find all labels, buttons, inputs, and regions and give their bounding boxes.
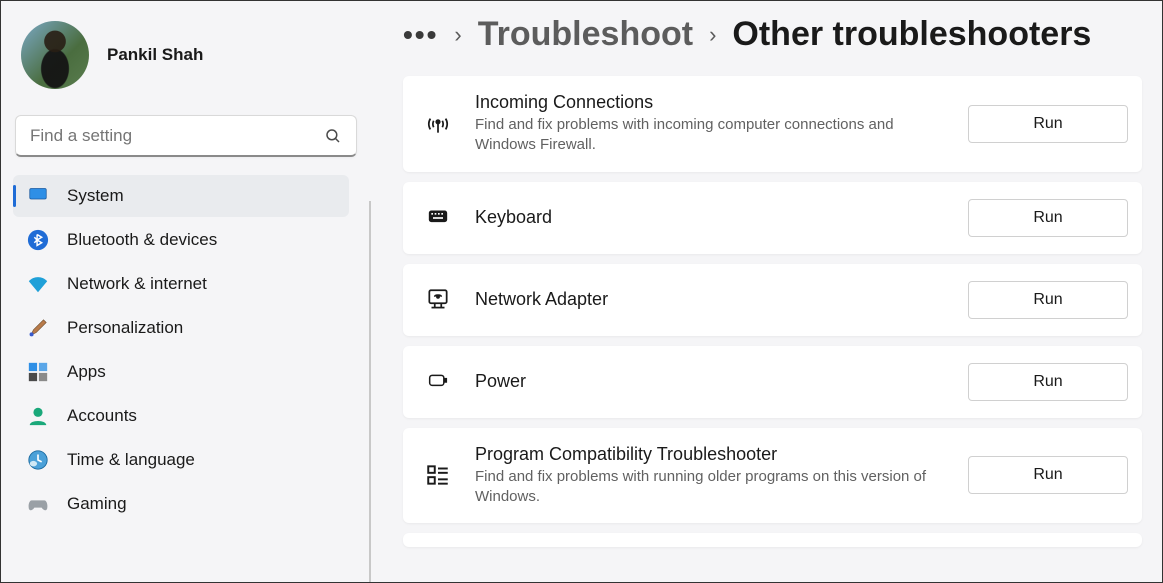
troubleshooter-title: Program Compatibility Troubleshooter bbox=[475, 444, 944, 465]
sidebar-item-label: Bluetooth & devices bbox=[67, 230, 217, 250]
troubleshooter-title: Power bbox=[475, 371, 944, 392]
troubleshooter-title: Keyboard bbox=[475, 207, 944, 228]
troubleshooter-network-adapter: Network Adapter Run bbox=[403, 264, 1142, 336]
breadcrumb-parent[interactable]: Troubleshoot bbox=[478, 15, 693, 54]
bluetooth-icon bbox=[27, 229, 49, 251]
sidebar-item-label: Gaming bbox=[67, 494, 127, 514]
sidebar-item-label: Time & language bbox=[67, 450, 195, 470]
breadcrumb: ••• › Troubleshoot › Other troubleshoote… bbox=[403, 1, 1142, 76]
breadcrumb-overflow[interactable]: ••• bbox=[403, 19, 438, 51]
brush-icon bbox=[27, 317, 49, 339]
settings-app: Pankil Shah System Bluetooth & devices bbox=[1, 1, 1162, 582]
account-icon bbox=[27, 405, 49, 427]
power-icon bbox=[425, 369, 451, 395]
sidebar-item-label: Personalization bbox=[67, 318, 183, 338]
run-button[interactable]: Run bbox=[968, 456, 1128, 494]
sidebar-item-label: Network & internet bbox=[67, 274, 207, 294]
run-button[interactable]: Run bbox=[968, 363, 1128, 401]
troubleshooter-list: Incoming Connections Find and fix proble… bbox=[403, 76, 1142, 547]
sidebar-item-apps[interactable]: Apps bbox=[13, 351, 349, 393]
sidebar-item-label: Apps bbox=[67, 362, 106, 382]
troubleshooter-text: Incoming Connections Find and fix proble… bbox=[475, 92, 944, 156]
search-icon bbox=[324, 127, 342, 145]
list-item bbox=[403, 533, 1142, 547]
sidebar-item-bluetooth[interactable]: Bluetooth & devices bbox=[13, 219, 349, 261]
chevron-right-icon: › bbox=[709, 22, 716, 48]
run-button[interactable]: Run bbox=[968, 105, 1128, 143]
sidebar-nav: System Bluetooth & devices Network & int… bbox=[13, 175, 359, 525]
sidebar: Pankil Shah System Bluetooth & devices bbox=[1, 1, 371, 582]
troubleshooter-title: Incoming Connections bbox=[475, 92, 944, 113]
troubleshooter-text: Program Compatibility Troubleshooter Fin… bbox=[475, 444, 944, 508]
search-box[interactable] bbox=[15, 115, 357, 157]
profile-block[interactable]: Pankil Shah bbox=[13, 21, 359, 109]
system-icon bbox=[27, 185, 49, 207]
antenna-icon bbox=[425, 111, 451, 137]
troubleshooter-keyboard: Keyboard Run bbox=[403, 182, 1142, 254]
sidebar-item-label: Accounts bbox=[67, 406, 137, 426]
troubleshooter-desc: Find and fix problems with running older… bbox=[475, 467, 944, 508]
avatar bbox=[21, 21, 89, 89]
sidebar-item-gaming[interactable]: Gaming bbox=[13, 483, 349, 525]
user-name: Pankil Shah bbox=[107, 45, 203, 65]
network-adapter-icon bbox=[425, 287, 451, 313]
run-button[interactable]: Run bbox=[968, 199, 1128, 237]
compat-icon bbox=[425, 462, 451, 488]
troubleshooter-incoming-connections: Incoming Connections Find and fix proble… bbox=[403, 76, 1142, 172]
troubleshooter-text: Power bbox=[475, 371, 944, 392]
sidebar-item-system[interactable]: System bbox=[13, 175, 349, 217]
sidebar-item-network[interactable]: Network & internet bbox=[13, 263, 349, 305]
sidebar-item-accounts[interactable]: Accounts bbox=[13, 395, 349, 437]
gaming-icon bbox=[27, 493, 49, 515]
apps-icon bbox=[27, 361, 49, 383]
sidebar-item-personalization[interactable]: Personalization bbox=[13, 307, 349, 349]
main-content: ••• › Troubleshoot › Other troubleshoote… bbox=[371, 1, 1162, 582]
time-icon bbox=[27, 449, 49, 471]
troubleshooter-desc: Find and fix problems with incoming comp… bbox=[475, 115, 944, 156]
troubleshooter-power: Power Run bbox=[403, 346, 1142, 418]
chevron-right-icon: › bbox=[454, 22, 461, 48]
keyboard-icon bbox=[425, 205, 451, 231]
sidebar-item-label: System bbox=[67, 186, 124, 206]
sidebar-scrollbar[interactable] bbox=[369, 201, 371, 582]
run-button[interactable]: Run bbox=[968, 281, 1128, 319]
search-input[interactable] bbox=[30, 126, 324, 146]
troubleshooter-title: Network Adapter bbox=[475, 289, 944, 310]
breadcrumb-current: Other troubleshooters bbox=[732, 15, 1091, 54]
wifi-icon bbox=[27, 273, 49, 295]
troubleshooter-text: Network Adapter bbox=[475, 289, 944, 310]
troubleshooter-text: Keyboard bbox=[475, 207, 944, 228]
sidebar-item-time[interactable]: Time & language bbox=[13, 439, 349, 481]
troubleshooter-program-compatibility: Program Compatibility Troubleshooter Fin… bbox=[403, 428, 1142, 524]
